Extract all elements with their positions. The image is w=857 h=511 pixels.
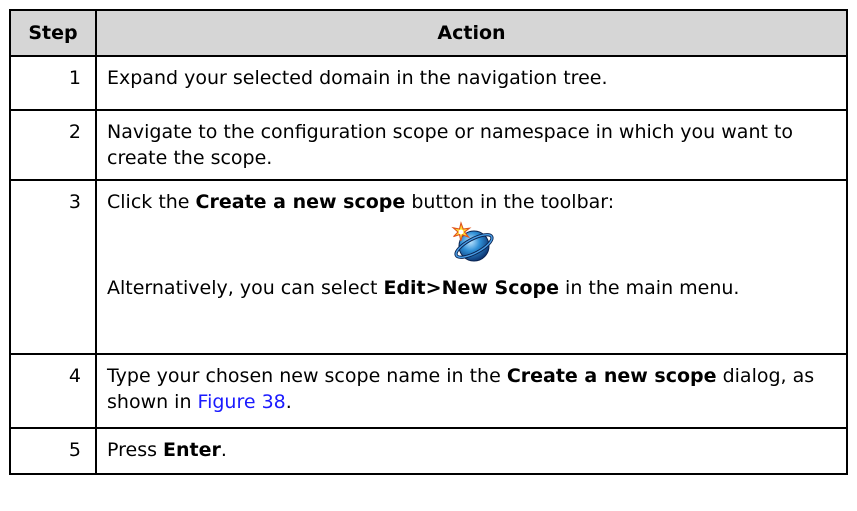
step-number: 1 xyxy=(9,55,97,111)
step-number: 4 xyxy=(9,353,97,429)
header-step: Step xyxy=(9,9,97,57)
text-span: Click the xyxy=(107,191,196,213)
step-text: Type your chosen new scope name in the C… xyxy=(107,363,836,415)
text-span: . xyxy=(220,439,227,461)
step-text: Click the Create a new scope button in t… xyxy=(107,189,836,215)
table-row: 5 Press Enter. xyxy=(9,427,848,475)
step-number: 3 xyxy=(9,179,97,355)
menu-path-edit-new-scope: Edit>New Scope xyxy=(383,277,560,299)
figure-link[interactable]: Figure 38 xyxy=(198,391,286,413)
step-text: Press Enter. xyxy=(107,437,836,463)
header-action: Action xyxy=(95,9,848,57)
create-scope-icon xyxy=(450,221,494,262)
step-number: 2 xyxy=(9,109,97,181)
table-header-row: Step Action xyxy=(9,9,848,57)
text-span: button in the toolbar: xyxy=(405,191,615,213)
ui-term-create-scope: Create a new scope xyxy=(195,191,406,213)
step-action: Type your chosen new scope name in the C… xyxy=(95,353,848,429)
text-span: in the main menu. xyxy=(559,277,740,299)
step-text: Navigate to the configuration scope or n… xyxy=(107,121,794,169)
text-span: . xyxy=(285,391,292,413)
key-enter: Enter xyxy=(163,439,221,461)
text-span: Alternatively, you can select xyxy=(107,277,384,299)
step-action: Navigate to the configuration scope or n… xyxy=(95,109,848,181)
step-text: Alternatively, you can select Edit>New S… xyxy=(107,275,836,301)
steps-table: Step Action 1 Expand your selected domai… xyxy=(9,9,848,475)
step-action: Expand your selected domain in the navig… xyxy=(95,55,848,111)
table-row: 2 Navigate to the configuration scope or… xyxy=(9,109,848,181)
step-text: Expand your selected domain in the navig… xyxy=(107,67,608,89)
step-number: 5 xyxy=(9,427,97,475)
step-action: Press Enter. xyxy=(95,427,848,475)
table-row: 3 Click the Create a new scope button in… xyxy=(9,179,848,355)
text-span: Type your chosen new scope name in the xyxy=(107,365,507,387)
icon-container xyxy=(107,221,836,269)
table-row: 4 Type your chosen new scope name in the… xyxy=(9,353,848,429)
text-span: Press xyxy=(107,439,164,461)
ui-term-create-scope-dialog: Create a new scope xyxy=(506,365,717,387)
step-action: Click the Create a new scope button in t… xyxy=(95,179,848,355)
table-row: 1 Expand your selected domain in the nav… xyxy=(9,55,848,111)
